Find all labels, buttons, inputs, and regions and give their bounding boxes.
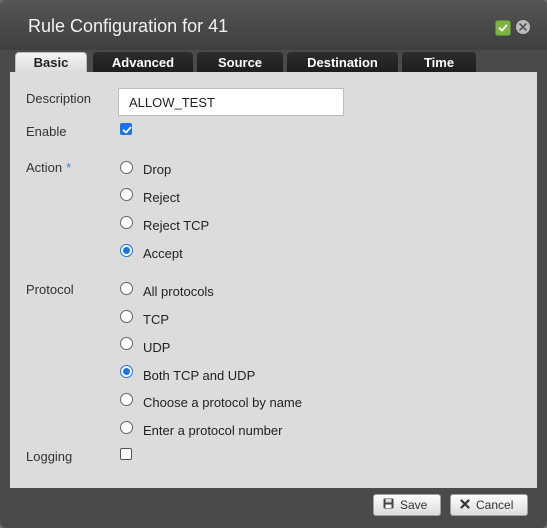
- enable-label: Enable: [26, 124, 67, 139]
- action-option-drop[interactable]: Drop: [143, 162, 171, 177]
- cancel-button[interactable]: Cancel: [450, 494, 528, 516]
- action-radio-accept[interactable]: [120, 244, 133, 257]
- action-radio-reject-tcp[interactable]: [120, 216, 133, 229]
- action-option-reject-tcp[interactable]: Reject TCP: [143, 218, 209, 233]
- protocol-radio-tcp[interactable]: [120, 310, 133, 323]
- protocol-radio-by-name[interactable]: [120, 393, 133, 406]
- description-value: ALLOW_TEST: [129, 94, 215, 110]
- dialog-title: Rule Configuration for 41: [28, 16, 229, 36]
- action-radio-drop[interactable]: [120, 161, 133, 174]
- action-option-accept[interactable]: Accept: [143, 246, 183, 261]
- action-radio-reject[interactable]: [120, 188, 133, 201]
- tab-source[interactable]: Source: [197, 52, 283, 72]
- logging-label: Logging: [26, 449, 73, 464]
- tab-time[interactable]: Time: [402, 52, 476, 72]
- protocol-option-all[interactable]: All protocols: [143, 284, 214, 299]
- check-icon: [498, 24, 508, 32]
- close-button[interactable]: [516, 20, 530, 34]
- description-field[interactable]: ALLOW_TEST: [118, 88, 344, 116]
- dialog-footer: Save Cancel: [10, 488, 537, 518]
- protocol-radio-all[interactable]: [120, 282, 133, 295]
- basic-tab-panel: Description ALLOW_TEST Enable Action * Dr…: [10, 72, 537, 488]
- protocol-option-both[interactable]: Both TCP and UDP: [143, 368, 255, 383]
- protocol-option-udp[interactable]: UDP: [143, 340, 170, 355]
- close-icon: [460, 498, 470, 512]
- action-label-text: Action: [26, 160, 63, 175]
- tab-label: Destination: [307, 54, 378, 70]
- action-option-reject[interactable]: Reject: [143, 190, 180, 205]
- tab-bar: Basic Advanced Source Destination Time: [10, 50, 537, 72]
- protocol-radio-udp[interactable]: [120, 337, 133, 350]
- tab-label: Time: [423, 54, 455, 70]
- action-label: Action *: [26, 160, 71, 175]
- protocol-radio-both[interactable]: [120, 365, 133, 378]
- tab-label: Advanced: [111, 54, 175, 70]
- protocol-option-by-number[interactable]: Enter a protocol number: [143, 423, 282, 438]
- protocol-label: Protocol: [26, 282, 74, 297]
- rule-configuration-dialog: Rule Configuration for 41 Basic Advanced…: [0, 0, 547, 528]
- save-icon: [383, 498, 394, 512]
- description-label: Description: [26, 91, 92, 106]
- cancel-label: Cancel: [476, 498, 514, 512]
- apply-button[interactable]: [495, 20, 511, 36]
- save-button[interactable]: Save: [373, 494, 441, 516]
- protocol-option-by-name[interactable]: Choose a protocol by name: [143, 395, 302, 410]
- enable-checkbox[interactable]: [120, 123, 132, 135]
- tab-basic[interactable]: Basic: [15, 52, 87, 72]
- tab-label: Source: [217, 54, 263, 70]
- protocol-option-tcp[interactable]: TCP: [143, 312, 169, 327]
- tab-destination[interactable]: Destination: [287, 52, 398, 72]
- tab-advanced[interactable]: Advanced: [93, 52, 193, 72]
- title-bar[interactable]: Rule Configuration for 41: [0, 0, 547, 50]
- tab-label: Basic: [33, 55, 69, 70]
- check-icon: [122, 126, 132, 134]
- protocol-radio-by-number[interactable]: [120, 421, 133, 434]
- close-icon: [519, 23, 527, 31]
- logging-checkbox[interactable]: [120, 448, 132, 460]
- required-star: *: [66, 160, 72, 175]
- save-label: Save: [400, 498, 428, 512]
